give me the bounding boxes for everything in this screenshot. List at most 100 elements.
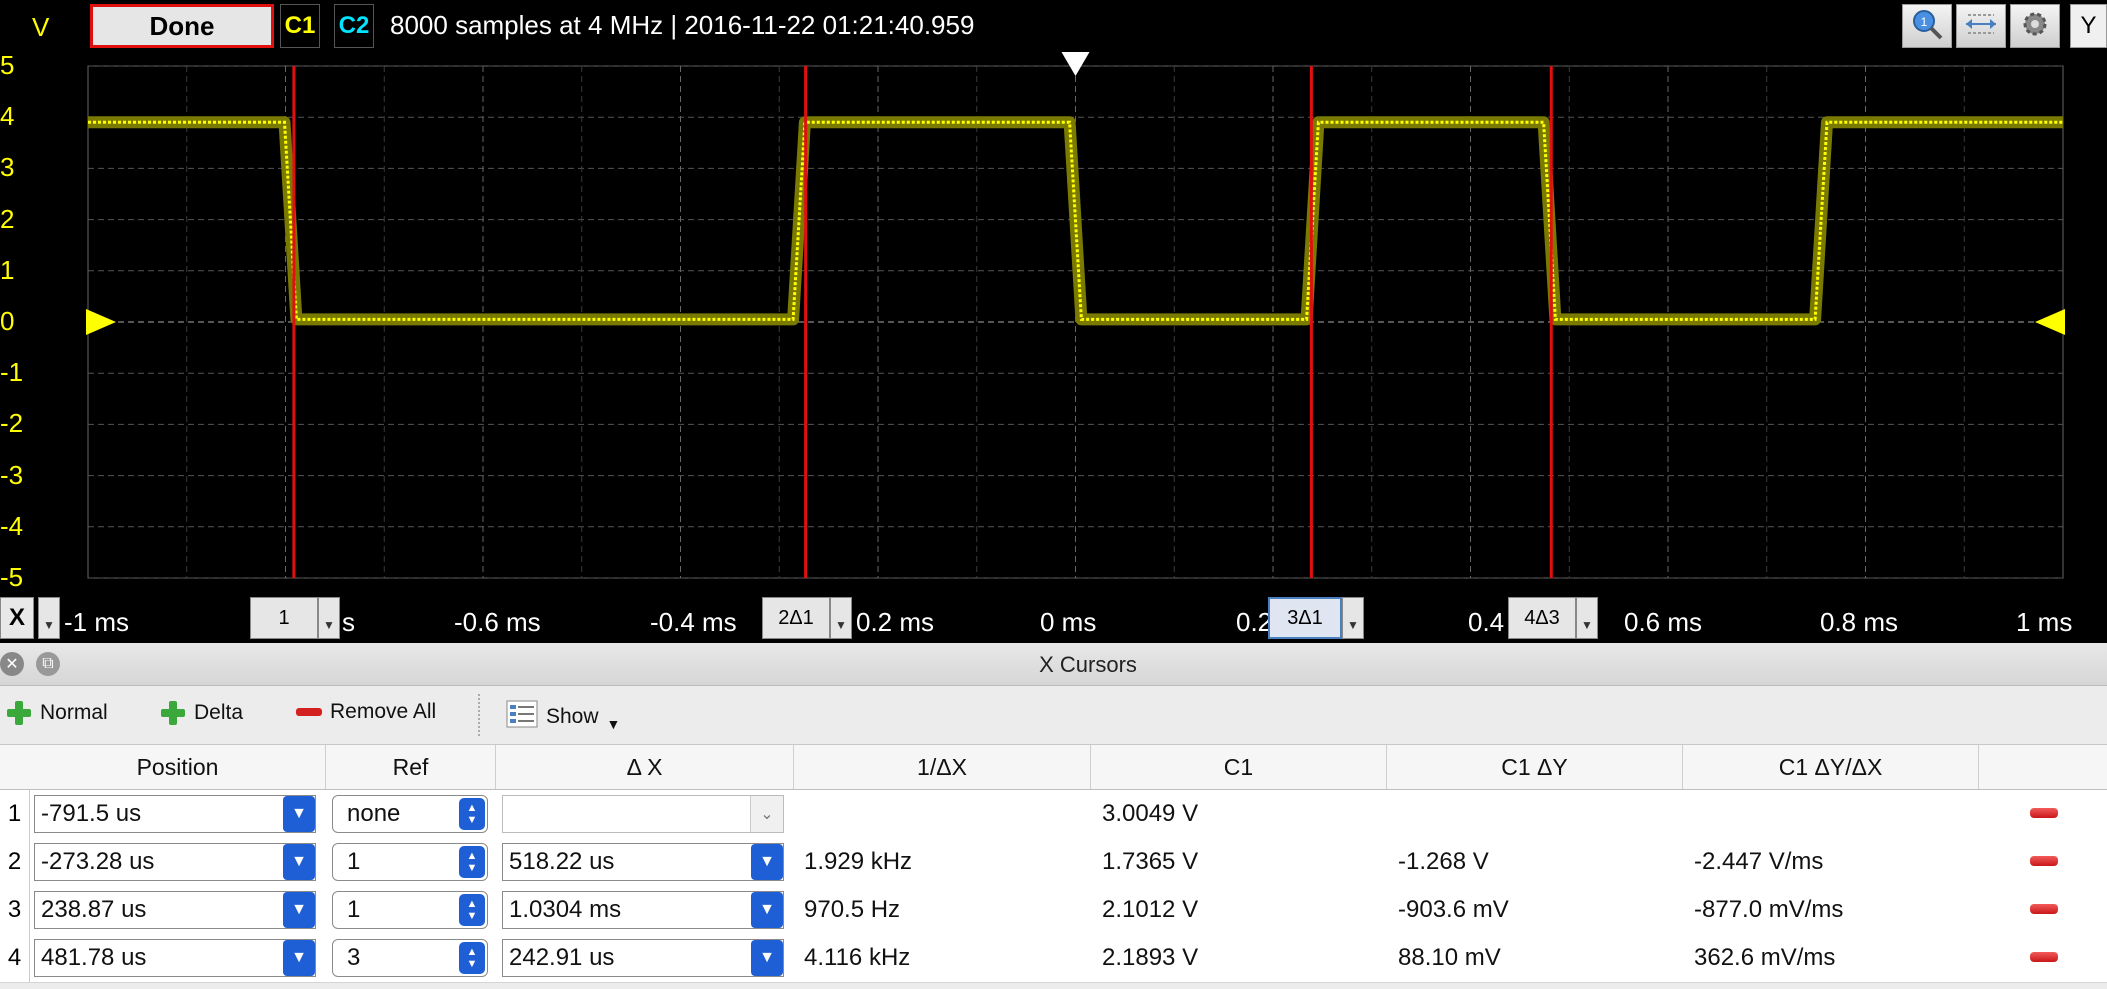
svg-text:1: 1	[1921, 15, 1928, 29]
y-tick-label: 5	[0, 50, 15, 80]
c1-value: 2.1012 V	[1102, 896, 1199, 923]
stepper-icon[interactable]: ▲ ▼	[459, 798, 485, 830]
x-axis-dropdown[interactable]: ▼	[38, 597, 60, 639]
position-combo[interactable]: 238.87 us ▼	[34, 891, 316, 929]
chevron-down-icon[interactable]: ▼	[283, 940, 315, 976]
position-combo[interactable]: -791.5 us ▼	[34, 795, 316, 833]
fit-icon	[1964, 12, 1998, 41]
col-c1-dydx: C1 ΔY/ΔX	[1683, 745, 1979, 789]
table-header: Position Ref Δ X 1/ΔX C1 C1 ΔY C1 ΔY/ΔX	[0, 745, 2107, 790]
delta-x-combo[interactable]: ⌄	[502, 795, 784, 833]
cursor-label-box[interactable]: 2Δ1	[762, 597, 830, 639]
delta-x-combo[interactable]: 518.22 us ▼	[502, 843, 784, 881]
cursor-label-dropdown[interactable]: ▼	[1576, 597, 1598, 639]
cursor-label-dropdown[interactable]: ▼	[318, 597, 340, 639]
channel-c2-button[interactable]: C2	[334, 4, 374, 48]
stepper-icon[interactable]: ▲ ▼	[459, 846, 485, 878]
delta-x-combo[interactable]: 242.91 us ▼	[502, 939, 784, 977]
cursor-label-dropdown[interactable]: ▼	[1342, 597, 1364, 639]
stepper-icon[interactable]: ▲ ▼	[459, 894, 485, 926]
remove-cursor-button[interactable]	[2030, 808, 2058, 818]
y-tick-label: 3	[0, 152, 15, 183]
c1-value: 3.0049 V	[1102, 800, 1199, 827]
inv-delta-x-value: 1.929 kHz	[804, 848, 913, 875]
chevron-down-icon[interactable]: ▼	[283, 844, 315, 880]
y-tick-label: -4	[0, 510, 24, 541]
y-tick-label: 2	[0, 203, 15, 234]
ref-spinner[interactable]: 3 ▲ ▼	[332, 939, 488, 977]
fit-button[interactable]	[1956, 4, 2006, 48]
col-c1: C1	[1091, 745, 1387, 789]
remove-all-button[interactable]: Remove All	[296, 700, 436, 724]
plus-icon	[160, 700, 186, 726]
ref-value: 3	[347, 944, 361, 971]
x-tick-label: -1 ms	[64, 607, 129, 637]
col-position: Position	[30, 745, 326, 789]
cursor-label-dropdown[interactable]: ▼	[830, 597, 852, 639]
cursor-toolbar: Normal Delta Remove All Show ▼	[0, 686, 2107, 745]
c1-dydx-value: -2.447 V/ms	[1694, 848, 1824, 875]
show-menu-button[interactable]: Show ▼	[506, 700, 620, 734]
position-value: -791.5 us	[41, 800, 142, 827]
scope-toolbar: V Done C1 C2 8000 samples at 4 MHz | 201…	[0, 0, 2107, 52]
chevron-down-icon[interactable]: ▼	[751, 940, 783, 976]
panel-title: X Cursors	[1039, 652, 1137, 677]
position-value: 481.78 us	[41, 944, 147, 971]
position-combo[interactable]: -273.28 us ▼	[34, 843, 316, 881]
scope-view: V Done C1 C2 8000 samples at 4 MHz | 201…	[0, 0, 2107, 643]
x-tick-label: 0.6 ms	[1624, 607, 1703, 637]
x-cursors-panel: ✕ ⧉ X Cursors Normal Delta Remove All Sh…	[0, 643, 2107, 989]
chevron-down-icon[interactable]: ▼	[283, 892, 315, 928]
table-row: 2 -273.28 us ▼ 1 ▲ ▼ 518.22 us ▼ 1.929 kHz 1…	[0, 838, 2107, 887]
done-button[interactable]: Done	[90, 4, 274, 48]
delta-x-value: 242.91 us	[509, 944, 615, 971]
zoom-button[interactable]: 1	[1902, 4, 1952, 48]
table-row: 3 238.87 us ▼ 1 ▲ ▼ 1.0304 ms ▼ 970.5 Hz 2.1…	[0, 886, 2107, 935]
delta-x-combo[interactable]: 1.0304 ms ▼	[502, 891, 784, 929]
row-number: 4	[0, 934, 30, 982]
remove-icon	[296, 708, 322, 716]
x-tick-label: -0.6 ms	[454, 607, 541, 637]
y-tick-label: 0	[0, 306, 15, 336]
chevron-down-icon[interactable]: ▼	[751, 892, 783, 928]
remove-cursor-button[interactable]	[2030, 952, 2058, 962]
normal-label: Normal	[40, 701, 108, 724]
add-normal-cursor-button[interactable]: Normal	[6, 700, 108, 726]
zoom-icon: 1	[1910, 7, 1944, 46]
panel-title-bar: ✕ ⧉ X Cursors	[0, 643, 2107, 686]
col-ref: Ref	[326, 745, 496, 789]
stepper-icon[interactable]: ▲ ▼	[459, 942, 485, 974]
cursor-label-box[interactable]: 4Δ3	[1508, 597, 1576, 639]
ref-spinner[interactable]: 1 ▲ ▼	[332, 891, 488, 929]
remove-cursor-button[interactable]	[2030, 856, 2058, 866]
y-unit-label: V	[32, 12, 50, 42]
col-inv-delta-x: 1/ΔX	[794, 745, 1091, 789]
x-tick-label: 0.2 ms	[856, 607, 935, 637]
remove-all-label: Remove All	[330, 700, 437, 723]
waveform-plot[interactable]	[0, 52, 2107, 593]
x-tick-label: 0.8 ms	[1820, 607, 1899, 637]
delta-label: Delta	[194, 701, 244, 724]
chevron-down-icon[interactable]: ▼	[751, 844, 783, 880]
ref-value: 1	[347, 896, 361, 923]
position-combo[interactable]: 481.78 us ▼	[34, 939, 316, 977]
toolbar-divider	[478, 694, 481, 736]
y-tick-label: -2	[0, 408, 24, 439]
y-axis-button[interactable]: Y	[2070, 4, 2107, 48]
ref-spinner[interactable]: 1 ▲ ▼	[332, 843, 488, 881]
channel-c1-button[interactable]: C1	[280, 4, 320, 48]
acquisition-info: 8000 samples at 4 MHz | 2016-11-22 01:21…	[390, 10, 975, 40]
row-number: 3	[0, 886, 30, 934]
add-delta-cursor-button[interactable]: Delta	[160, 700, 243, 726]
cursor-label-box[interactable]: 1	[250, 597, 318, 639]
y-tick-label: -3	[0, 459, 24, 490]
table-row: 1 -791.5 us ▼ none ▲ ▼ ⌄ 3.0049 V	[0, 790, 2107, 839]
ref-spinner[interactable]: none ▲ ▼	[332, 795, 488, 833]
inv-delta-x-value: 970.5 Hz	[804, 896, 901, 923]
chevron-down-icon[interactable]: ▼	[283, 796, 315, 832]
x-axis-button[interactable]: X	[0, 597, 34, 639]
cursor-label-box[interactable]: 3Δ1	[1268, 597, 1342, 639]
chevron-down-icon[interactable]: ⌄	[750, 796, 783, 832]
settings-button[interactable]	[2010, 4, 2060, 48]
remove-cursor-button[interactable]	[2030, 904, 2058, 914]
